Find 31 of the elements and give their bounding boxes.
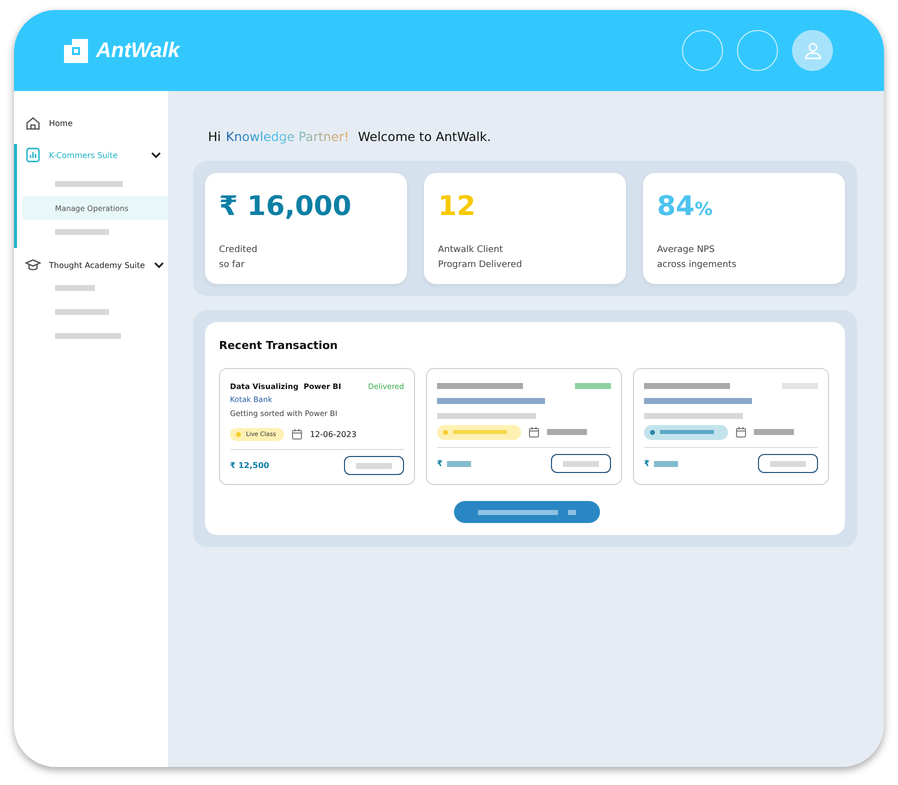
calendar-icon bbox=[528, 426, 540, 438]
chart-icon bbox=[25, 147, 41, 163]
stat-value: ₹ 16,000 bbox=[219, 191, 352, 224]
amount-text: ₹ 12,500 bbox=[230, 461, 270, 470]
sidebar-item-label: Home bbox=[49, 118, 74, 128]
card-action-button[interactable] bbox=[758, 454, 818, 473]
stat-value: 84% bbox=[657, 191, 714, 224]
currency-symbol: ₹ bbox=[644, 459, 650, 468]
section-title: Recent Transaction bbox=[219, 339, 339, 352]
stat-label: Average NPS across ingements bbox=[657, 244, 738, 272]
view-all-button[interactable] bbox=[454, 501, 600, 523]
logo-icon bbox=[64, 38, 88, 62]
stat-value: 12 bbox=[438, 191, 477, 224]
calendar-icon bbox=[290, 428, 303, 440]
stat-label: Antwalk Client Program Delivered bbox=[438, 244, 523, 272]
greeting-text: Hi bbox=[208, 129, 221, 144]
greeting-highlight: Knowledge Partner! bbox=[226, 129, 350, 144]
sidebar-item[interactable]: Home bbox=[17, 112, 168, 134]
sidebar-item-label: Thought Academy Suite bbox=[49, 260, 145, 270]
date-text: 12-06-2023 bbox=[310, 430, 356, 438]
sidebar-item[interactable]: Thought Academy Suite bbox=[17, 254, 168, 276]
calendar-icon bbox=[735, 426, 747, 438]
card-action-button[interactable] bbox=[344, 456, 404, 475]
graduation-cap-icon bbox=[25, 257, 41, 273]
sidebar-item-label: K-Commers Suite bbox=[49, 150, 119, 160]
currency-symbol: ₹ bbox=[437, 459, 443, 468]
card-action-button[interactable] bbox=[551, 454, 611, 473]
brand-name: AntWalk bbox=[96, 38, 180, 62]
home-icon bbox=[25, 115, 41, 131]
stat-label: Credited so far bbox=[219, 244, 258, 272]
welcome-text: Welcome to AntWalk. bbox=[358, 129, 491, 144]
